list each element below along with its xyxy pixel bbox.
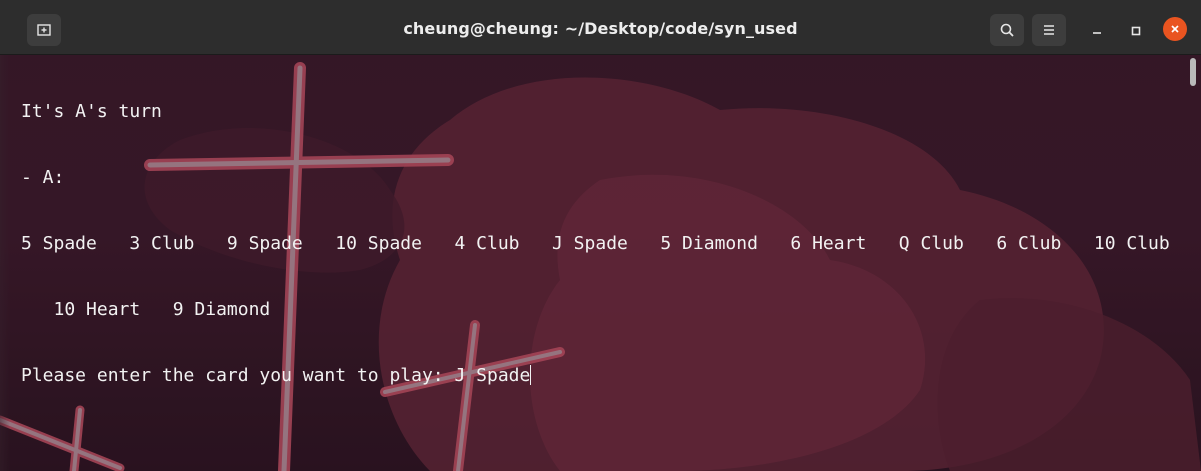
maximize-icon	[1131, 26, 1141, 36]
maximize-button[interactable]	[1123, 18, 1149, 44]
terminal-output[interactable]: It's A's turn - A: 5 Spade 3 Club 9 Spad…	[21, 57, 1186, 431]
terminal-line: - A:	[21, 167, 65, 188]
terminal-prompt-text: Please enter the card you want to play: …	[21, 365, 531, 386]
new-tab-icon	[37, 24, 51, 36]
new-tab-button[interactable]	[27, 14, 61, 46]
menu-button[interactable]	[1032, 14, 1066, 46]
text-cursor	[530, 365, 532, 385]
search-button[interactable]	[990, 14, 1024, 46]
title-bar[interactable]: cheung@cheung: ~/Desktop/code/syn_used	[0, 0, 1201, 55]
minimize-button[interactable]	[1084, 18, 1110, 44]
hamburger-menu-icon	[1044, 25, 1054, 35]
terminal-line: It's A's turn	[21, 101, 162, 122]
terminal-line: 10 Heart 9 Diamond	[21, 299, 271, 320]
terminal-line: 5 Spade 3 Club 9 Spade 10 Spade 4 Club J…	[21, 233, 1170, 254]
close-icon	[1171, 25, 1179, 33]
scrollbar-thumb[interactable]	[1190, 58, 1196, 86]
terminal-window: It's A's turn - A: 5 Spade 3 Club 9 Spad…	[0, 0, 1201, 471]
minimize-icon	[1093, 32, 1101, 34]
terminal-prompt-line[interactable]: Please enter the card you want to play: …	[21, 365, 1186, 387]
close-button[interactable]	[1163, 17, 1187, 41]
search-icon	[1000, 23, 1014, 37]
